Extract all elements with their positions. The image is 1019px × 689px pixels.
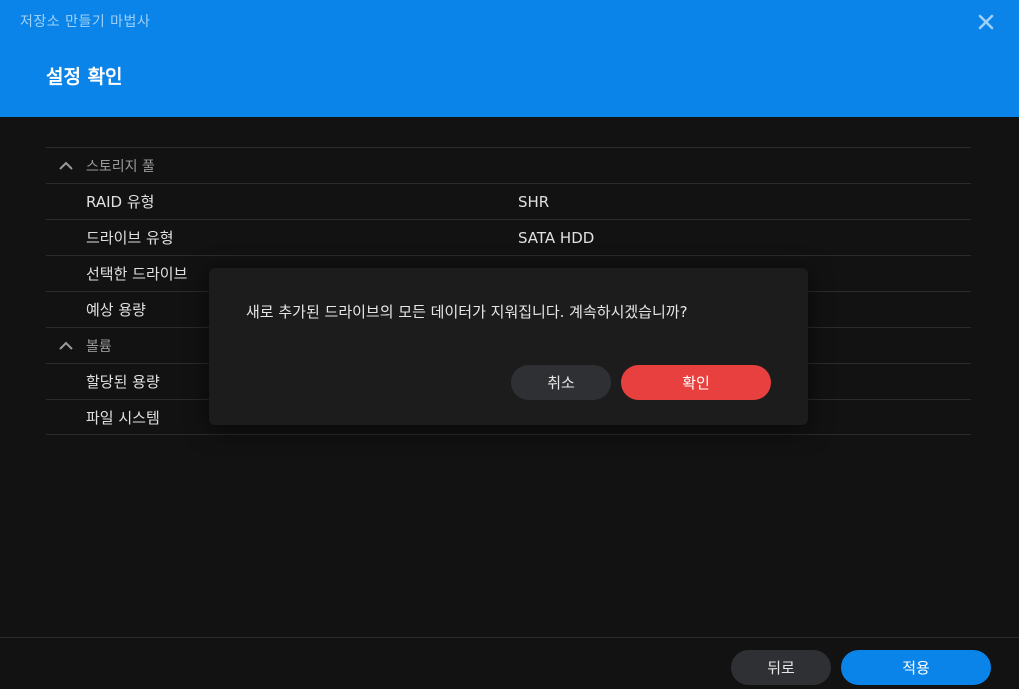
back-button[interactable]: 뒤로 <box>731 650 831 685</box>
section-storage-pool[interactable]: 스토리지 풀 <box>46 147 971 183</box>
apply-button[interactable]: 적용 <box>841 650 991 685</box>
row-label: 선택한 드라이브 <box>86 265 188 283</box>
section-title: 볼륨 <box>86 338 112 355</box>
wizard-header: 저장소 만들기 마법사 설정 확인 <box>0 0 1019 117</box>
row-label: 파일 시스템 <box>86 408 160 427</box>
table-row: 드라이브 유형 SATA HDD <box>46 219 971 255</box>
row-value: SATA HDD <box>518 228 595 247</box>
storage-wizard-window: 저장소 만들기 마법사 설정 확인 스토리지 풀 RAID 유형 SHR 드라이… <box>0 0 1019 689</box>
close-button[interactable] <box>974 10 998 34</box>
row-label: 드라이브 유형 <box>86 229 174 247</box>
table-row: RAID 유형 SHR <box>46 183 971 219</box>
close-icon <box>978 14 994 30</box>
row-label: 예상 용량 <box>86 301 146 319</box>
row-label: 할당된 용량 <box>86 373 160 391</box>
page-title: 설정 확인 <box>46 66 123 88</box>
section-title: 스토리지 풀 <box>86 158 155 175</box>
chevron-up-icon <box>46 341 86 351</box>
row-value: SHR <box>518 192 550 211</box>
cancel-button[interactable]: 취소 <box>511 365 611 400</box>
dialog-message: 새로 추가된 드라이브의 모든 데이터가 지워집니다. 계속하시겠습니까? <box>246 303 688 321</box>
wizard-footer: 뒤로 적용 <box>0 637 1019 689</box>
confirm-dialog: 새로 추가된 드라이브의 모든 데이터가 지워집니다. 계속하시겠습니까? 취소… <box>209 268 808 425</box>
wizard-title: 저장소 만들기 마법사 <box>20 14 151 30</box>
row-label: RAID 유형 <box>86 193 155 211</box>
confirm-button[interactable]: 확인 <box>621 365 771 400</box>
chevron-up-icon <box>46 161 86 171</box>
